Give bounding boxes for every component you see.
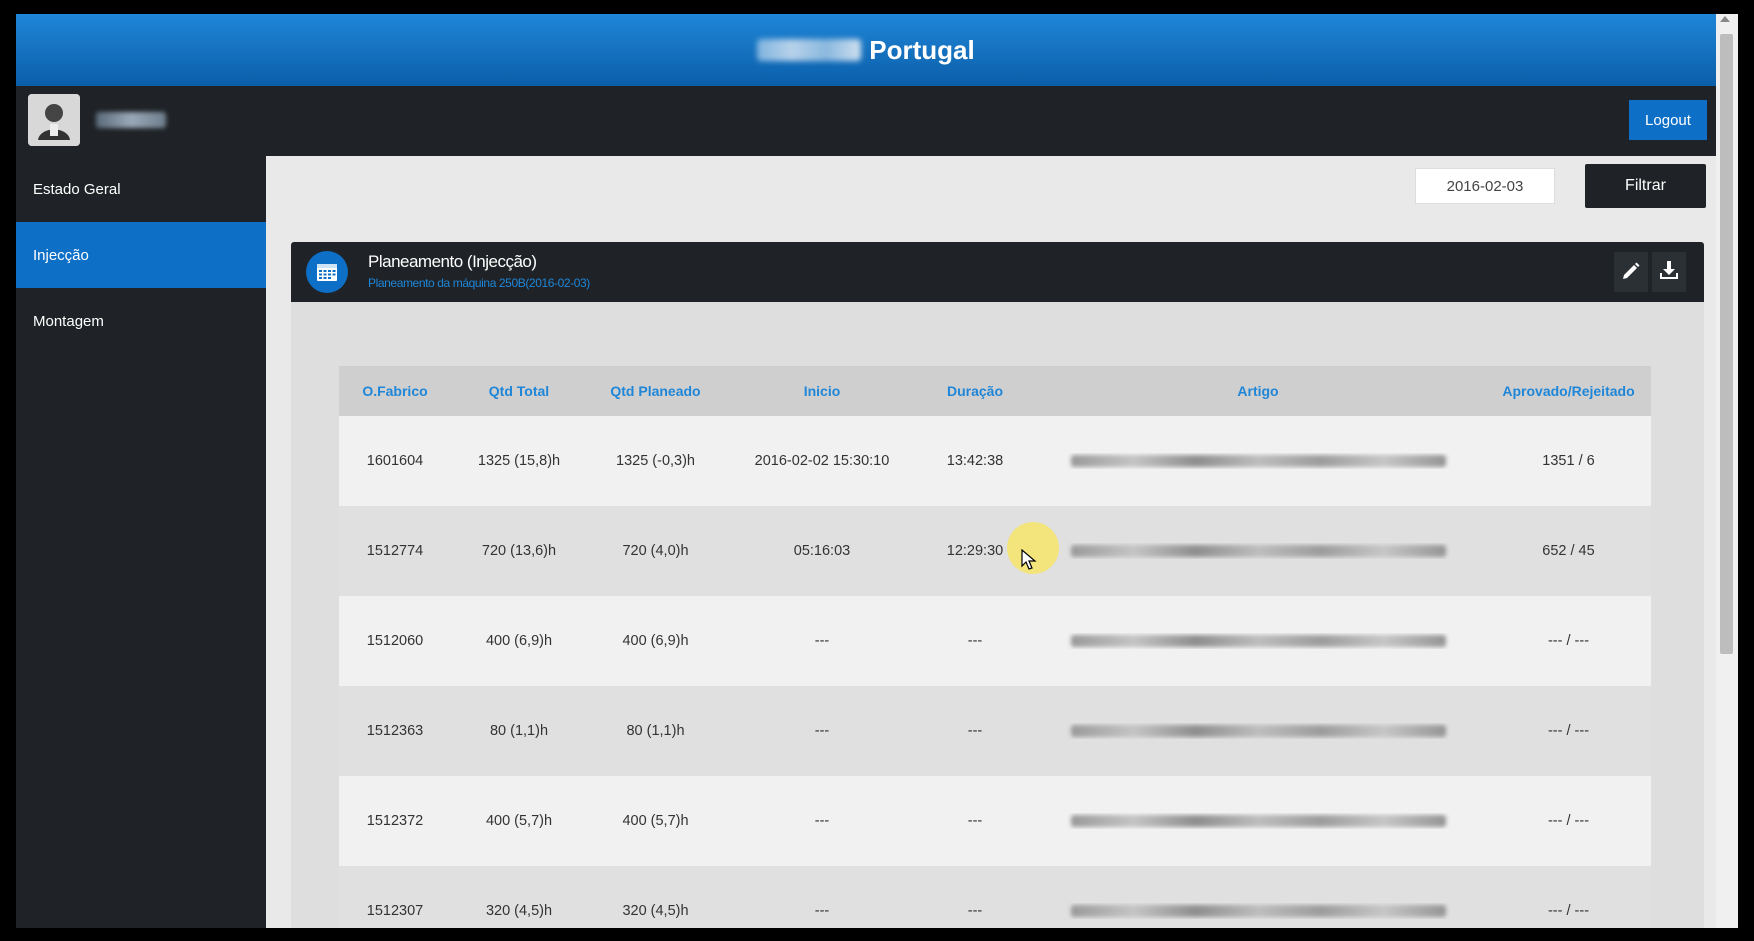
cell-ofabrico: 1512307 — [366, 903, 424, 919]
cell-qtd-planeado: 80 (1,1)h — [626, 723, 685, 739]
scroll-up-arrow-icon[interactable] — [1720, 16, 1730, 22]
cell-qtd-planeado: 400 (6,9)h — [622, 633, 689, 649]
panel-subtitle: Planeamento da máquina 250B(2016-02-03) — [368, 276, 590, 290]
col-header-duracao[interactable]: Duração — [920, 383, 1030, 399]
logout-button[interactable]: Logout — [1629, 100, 1707, 140]
table-row[interactable]: 1512372 400 (5,7)h 400 (5,7)h --- --- --… — [339, 776, 1651, 866]
sidebar-item-estado-geral[interactable]: Estado Geral — [16, 156, 266, 222]
cell-qtd-total: 320 (4,5)h — [485, 903, 553, 919]
app-window: Portugal Logout Estado Geral Injecção Mo… — [16, 14, 1716, 928]
panel-body: O.Fabrico Qtd Total Qtd Planeado Inicio … — [291, 302, 1704, 928]
table-row[interactable]: 1601604 1325 (15,8)h 1325 (-0,3)h 2016-0… — [339, 416, 1651, 506]
cell-qtd-planeado: 400 (5,7)h — [622, 813, 689, 829]
sidebar-item-injeccao[interactable]: Injecção — [16, 222, 266, 288]
col-header-ofabrico[interactable]: O.Fabrico — [339, 383, 451, 399]
date-input[interactable] — [1415, 168, 1555, 204]
col-header-qtd-planeado[interactable]: Qtd Planeado — [587, 383, 724, 399]
cell-aprovado: 1351 / 6 — [1542, 453, 1595, 469]
cell-artigo-redacted — [1030, 903, 1486, 919]
panel-header: Planeamento (Injecção) Planeamento da má… — [291, 242, 1704, 302]
col-header-aprovado[interactable]: Aprovado/Rejeitado — [1486, 383, 1651, 399]
cell-duracao: --- — [967, 903, 983, 919]
brand-logo-redacted — [757, 39, 862, 61]
cell-qtd-planeado: 720 (4,0)h — [622, 543, 689, 559]
cell-ofabrico: 1512372 — [366, 813, 424, 829]
col-header-artigo[interactable]: Artigo — [1030, 383, 1486, 399]
cell-duracao: --- — [967, 723, 983, 739]
cell-duracao: --- — [967, 813, 983, 829]
cell-aprovado: --- / --- — [1547, 723, 1590, 739]
username-redacted — [96, 112, 166, 128]
sidebar: Estado Geral Injecção Montagem — [16, 156, 266, 928]
cell-qtd-total: 1325 (15,8)h — [477, 453, 561, 469]
cell-artigo-redacted — [1030, 543, 1486, 559]
cell-artigo-redacted — [1030, 453, 1486, 469]
sidebar-item-montagem[interactable]: Montagem — [16, 288, 266, 354]
cell-aprovado: --- / --- — [1547, 813, 1590, 829]
cell-inicio: --- — [814, 633, 830, 649]
cell-artigo-redacted — [1030, 633, 1486, 649]
table-row[interactable]: 1512307 320 (4,5)h 320 (4,5)h --- --- --… — [339, 866, 1651, 928]
cell-inicio: 05:16:03 — [793, 543, 851, 559]
col-header-qtd-total[interactable]: Qtd Total — [451, 383, 587, 399]
cell-qtd-total: 400 (6,9)h — [485, 633, 553, 649]
table-row[interactable]: 1512363 80 (1,1)h 80 (1,1)h --- --- --- … — [339, 686, 1651, 776]
cell-aprovado: --- / --- — [1547, 903, 1590, 919]
table-header: O.Fabrico Qtd Total Qtd Planeado Inicio … — [339, 366, 1651, 416]
cell-qtd-planeado: 1325 (-0,3)h — [616, 453, 695, 469]
scroll-thumb[interactable] — [1720, 34, 1733, 654]
cell-ofabrico: 1601604 — [366, 453, 424, 469]
download-button[interactable] — [1652, 252, 1686, 292]
user-bar: Logout — [16, 86, 1716, 156]
cell-inicio: --- — [814, 723, 830, 739]
cell-duracao: 13:42:38 — [946, 453, 1004, 469]
cell-inicio: 2016-02-02 15:30:10 — [754, 453, 890, 469]
cell-inicio: --- — [814, 903, 830, 919]
calendar-icon — [306, 251, 348, 293]
col-header-inicio[interactable]: Inicio — [724, 383, 920, 399]
brand-bar: Portugal — [16, 14, 1716, 86]
planning-table: O.Fabrico Qtd Total Qtd Planeado Inicio … — [339, 366, 1651, 928]
cell-ofabrico: 1512363 — [366, 723, 424, 739]
panel-title: Planeamento (Injecção) — [368, 252, 537, 271]
cell-artigo-redacted — [1030, 813, 1486, 829]
cell-qtd-planeado: 320 (4,5)h — [622, 903, 689, 919]
pencil-icon — [1621, 260, 1641, 285]
cell-ofabrico: 1512060 — [366, 633, 424, 649]
cell-duracao: --- — [967, 633, 983, 649]
cell-qtd-total: 80 (1,1)h — [489, 723, 549, 739]
cell-aprovado: 652 / 45 — [1542, 543, 1595, 559]
vertical-scrollbar[interactable] — [1716, 14, 1738, 928]
cell-qtd-total: 400 (5,7)h — [485, 813, 553, 829]
table-row[interactable]: 1512060 400 (6,9)h 400 (6,9)h --- --- --… — [339, 596, 1651, 686]
cell-ofabrico: 1512774 — [366, 543, 424, 559]
cell-artigo-redacted — [1030, 723, 1486, 739]
download-icon — [1658, 259, 1680, 286]
mouse-cursor-icon — [1021, 548, 1037, 576]
edit-button[interactable] — [1614, 252, 1648, 292]
filter-button[interactable]: Filtrar — [1585, 164, 1706, 208]
cell-qtd-total: 720 (13,6)h — [481, 543, 557, 559]
cell-aprovado: --- / --- — [1547, 633, 1590, 649]
brand-title: Portugal — [869, 34, 975, 65]
avatar — [28, 94, 80, 146]
table-row[interactable]: 1512774 720 (13,6)h 720 (4,0)h 05:16:03 … — [339, 506, 1651, 596]
cell-inicio: --- — [814, 813, 830, 829]
